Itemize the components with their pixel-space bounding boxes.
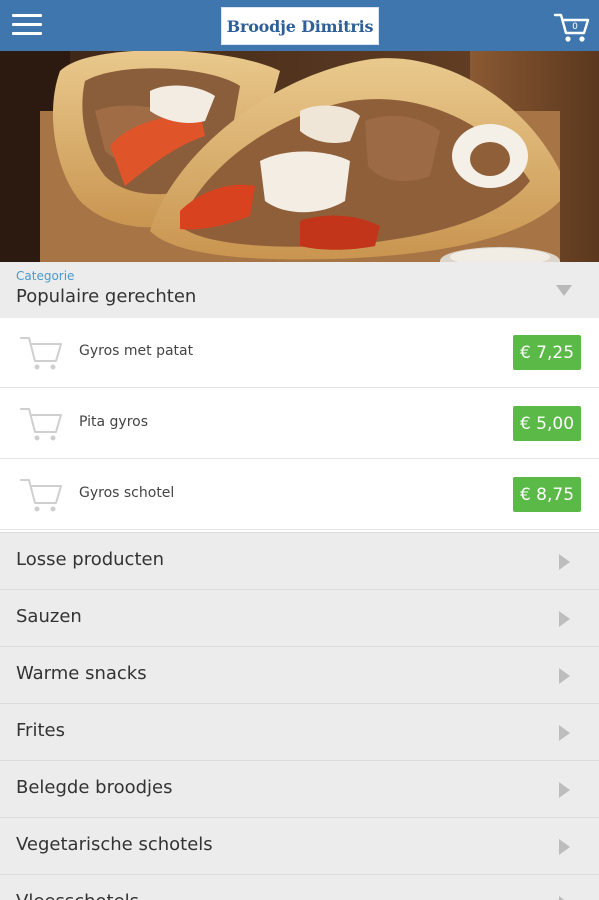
category-item-label: Frites: [16, 720, 65, 741]
chevron-right-icon: [559, 611, 570, 627]
chevron-right-icon: [559, 839, 570, 855]
chevron-right-icon: [559, 725, 570, 741]
category-item[interactable]: Sauzen: [0, 589, 599, 646]
category-dropdown[interactable]: Categorie Populaire gerechten: [0, 262, 599, 318]
product-name: Gyros schotel: [79, 485, 175, 501]
hamburger-menu-icon[interactable]: [12, 12, 42, 38]
product-name: Gyros met patat: [79, 343, 194, 359]
category-selected-value: Populaire gerechten: [16, 286, 197, 307]
add-to-cart-icon[interactable]: [19, 476, 63, 514]
chevron-right-icon: [559, 554, 570, 570]
category-item-label: Vegetarische schotels: [16, 834, 213, 855]
category-item-label: Sauzen: [16, 606, 82, 627]
chevron-right-icon: [559, 668, 570, 684]
product-row[interactable]: Gyros met patat € 7,25: [0, 318, 599, 388]
logo-text: Broodje Dimitris: [226, 16, 374, 36]
category-item-label: Warme snacks: [16, 663, 147, 684]
price-badge[interactable]: € 7,25: [513, 335, 581, 370]
category-item[interactable]: Frites: [0, 703, 599, 760]
chevron-right-icon: [559, 782, 570, 798]
category-item[interactable]: Vegetarische schotels: [0, 817, 599, 874]
product-row[interactable]: Gyros schotel € 8,75: [0, 460, 599, 530]
add-to-cart-icon[interactable]: [19, 334, 63, 372]
category-item[interactable]: Warme snacks: [0, 646, 599, 703]
category-item-label: Losse producten: [16, 549, 164, 570]
brand-logo[interactable]: Broodje Dimitris: [221, 7, 379, 45]
category-item[interactable]: Vleesschotels: [0, 874, 599, 900]
category-item-label: Vleesschotels: [16, 891, 139, 900]
product-row[interactable]: Pita gyros € 5,00: [0, 389, 599, 459]
category-caption: Categorie: [16, 269, 75, 283]
hero-food-image: [0, 51, 599, 262]
category-item-label: Belegde broodjes: [16, 777, 173, 798]
product-name: Pita gyros: [79, 414, 149, 430]
price-badge[interactable]: € 8,75: [513, 477, 581, 512]
category-item[interactable]: Belegde broodjes: [0, 760, 599, 817]
cart-count: 0: [572, 22, 578, 32]
shopping-cart-icon[interactable]: 0: [553, 10, 591, 44]
chevron-right-icon: [559, 896, 570, 900]
chevron-down-icon[interactable]: [556, 285, 572, 296]
app-header: Broodje Dimitris 0: [0, 0, 599, 51]
category-item[interactable]: Losse producten: [0, 532, 599, 589]
price-badge[interactable]: € 5,00: [513, 406, 581, 441]
add-to-cart-icon[interactable]: [19, 405, 63, 443]
